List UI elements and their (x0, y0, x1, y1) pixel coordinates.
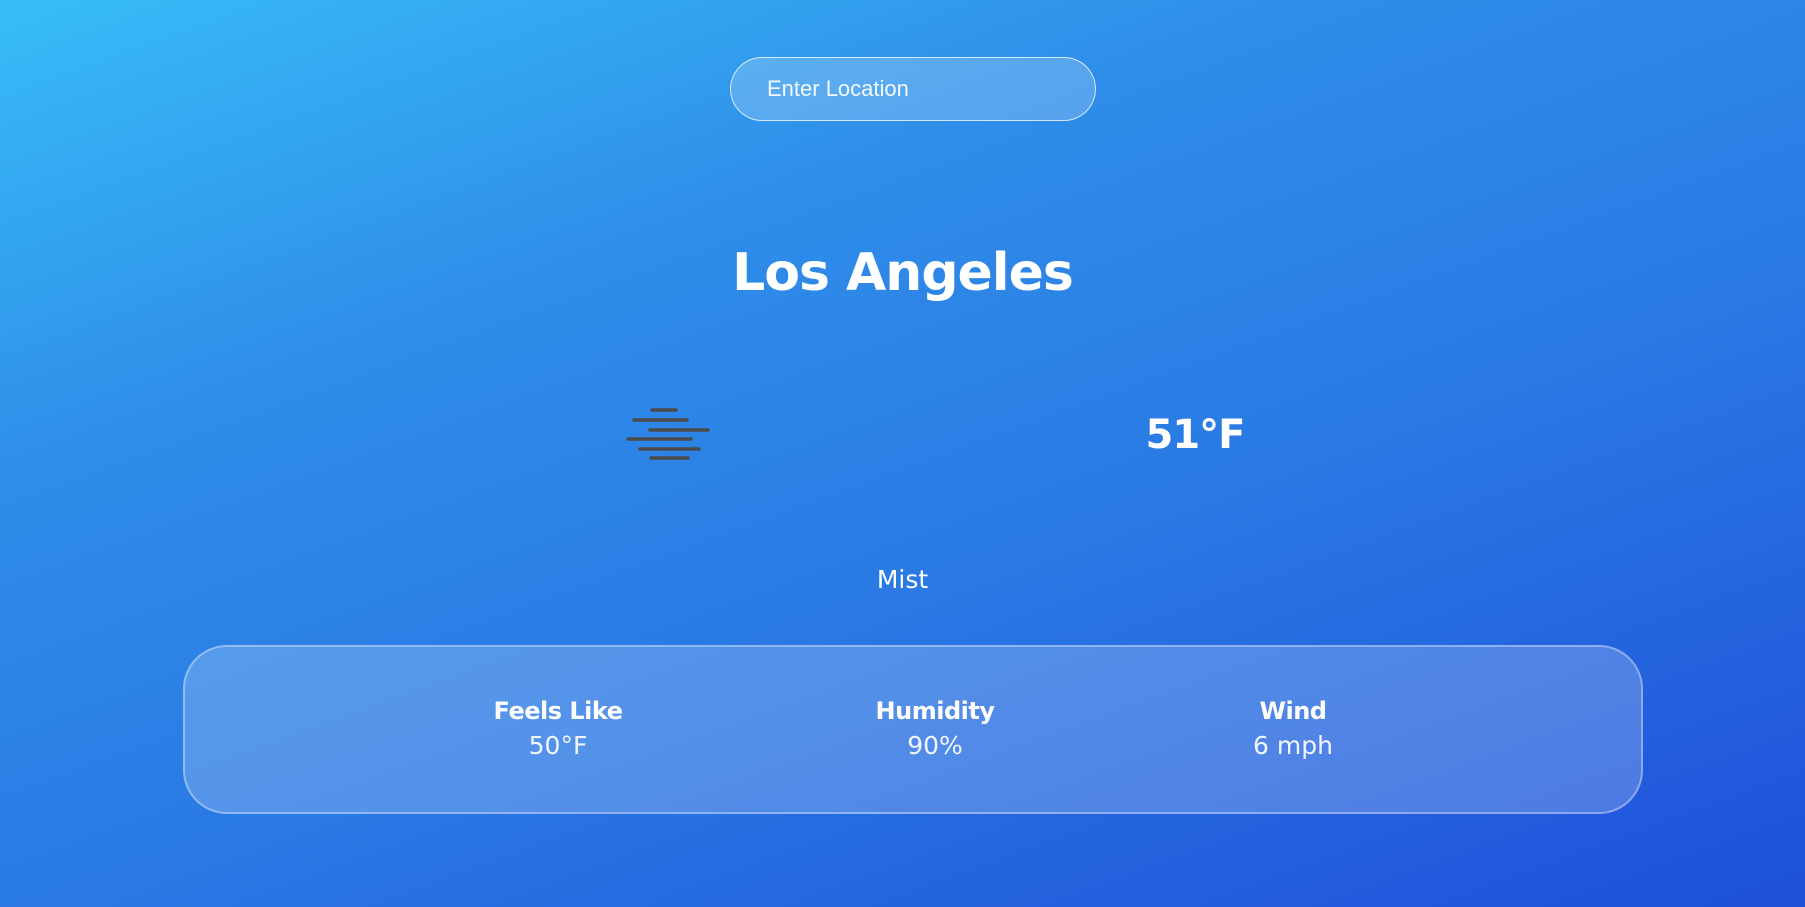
feels-like-stat: Feels Like 50°F (428, 697, 688, 760)
wind-label: Wind (1259, 697, 1327, 725)
humidity-label: Humidity (875, 697, 995, 725)
weather-details-card: Feels Like 50°F Humidity 90% Wind 6 mph (183, 645, 1643, 814)
mist-icon (626, 404, 712, 464)
location-search-input[interactable] (730, 57, 1096, 121)
feels-like-label: Feels Like (493, 697, 623, 725)
wind-value: 6 mph (1253, 731, 1333, 760)
feels-like-value: 50°F (528, 731, 588, 760)
current-temperature: 51°F (1145, 412, 1246, 458)
search-bar (730, 57, 1096, 121)
wind-stat: Wind 6 mph (1163, 697, 1423, 760)
humidity-stat: Humidity 90% (805, 697, 1065, 760)
humidity-value: 90% (907, 731, 963, 760)
weather-condition: Mist (876, 565, 929, 594)
city-name: Los Angeles (732, 243, 1074, 303)
